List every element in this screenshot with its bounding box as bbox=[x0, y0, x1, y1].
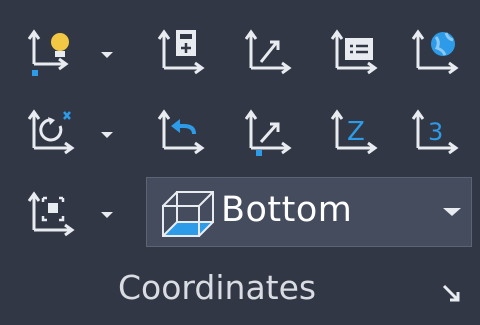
ucs-world-light-icon bbox=[27, 29, 69, 76]
svg-text:Z: Z bbox=[347, 117, 365, 147]
chevron-down-icon[interactable] bbox=[98, 46, 116, 64]
chevron-down-icon[interactable] bbox=[98, 206, 116, 224]
ucs-rotate-x-button[interactable] bbox=[26, 104, 80, 158]
ucs-named-button[interactable] bbox=[156, 24, 210, 78]
ucs-3point-button[interactable]: 3 bbox=[410, 104, 464, 158]
ucs-object-button[interactable] bbox=[243, 24, 297, 78]
ucs-previous-button[interactable] bbox=[156, 104, 210, 158]
ucs-rotate-x-icon bbox=[27, 109, 75, 155]
ucs-view-button[interactable] bbox=[243, 104, 297, 158]
dialog-launcher-arrow-icon[interactable] bbox=[440, 282, 464, 306]
ucs-z-axis-button[interactable]: Z bbox=[329, 104, 383, 158]
view-select-value: Bottom bbox=[221, 190, 353, 230]
chevron-down-icon bbox=[443, 208, 461, 216]
svg-text:3: 3 bbox=[428, 118, 443, 146]
ucs-z-axis-icon: Z bbox=[330, 109, 378, 155]
ucs-previous-icon bbox=[157, 109, 205, 155]
chevron-down-icon[interactable] bbox=[98, 126, 116, 144]
ucs-face-button[interactable] bbox=[26, 186, 80, 240]
ucs-world-icon bbox=[411, 29, 459, 75]
ucs-details-icon bbox=[330, 29, 378, 75]
ucs-details-button[interactable] bbox=[329, 24, 383, 78]
view-cube-bottom-icon bbox=[162, 191, 214, 237]
ucs-world-light-button[interactable] bbox=[26, 24, 80, 78]
ucs-face-icon bbox=[27, 191, 75, 237]
ucs-3point-icon: 3 bbox=[411, 109, 459, 155]
ucs-world-button[interactable] bbox=[410, 24, 464, 78]
view-select[interactable]: Bottom bbox=[146, 177, 472, 247]
ucs-named-icon bbox=[157, 29, 205, 75]
ucs-object-icon bbox=[244, 29, 292, 75]
coordinates-panel: Z 3 Bottom Coordinates bbox=[0, 0, 480, 325]
ucs-view-icon bbox=[244, 109, 292, 156]
panel-title: Coordinates bbox=[118, 268, 317, 307]
